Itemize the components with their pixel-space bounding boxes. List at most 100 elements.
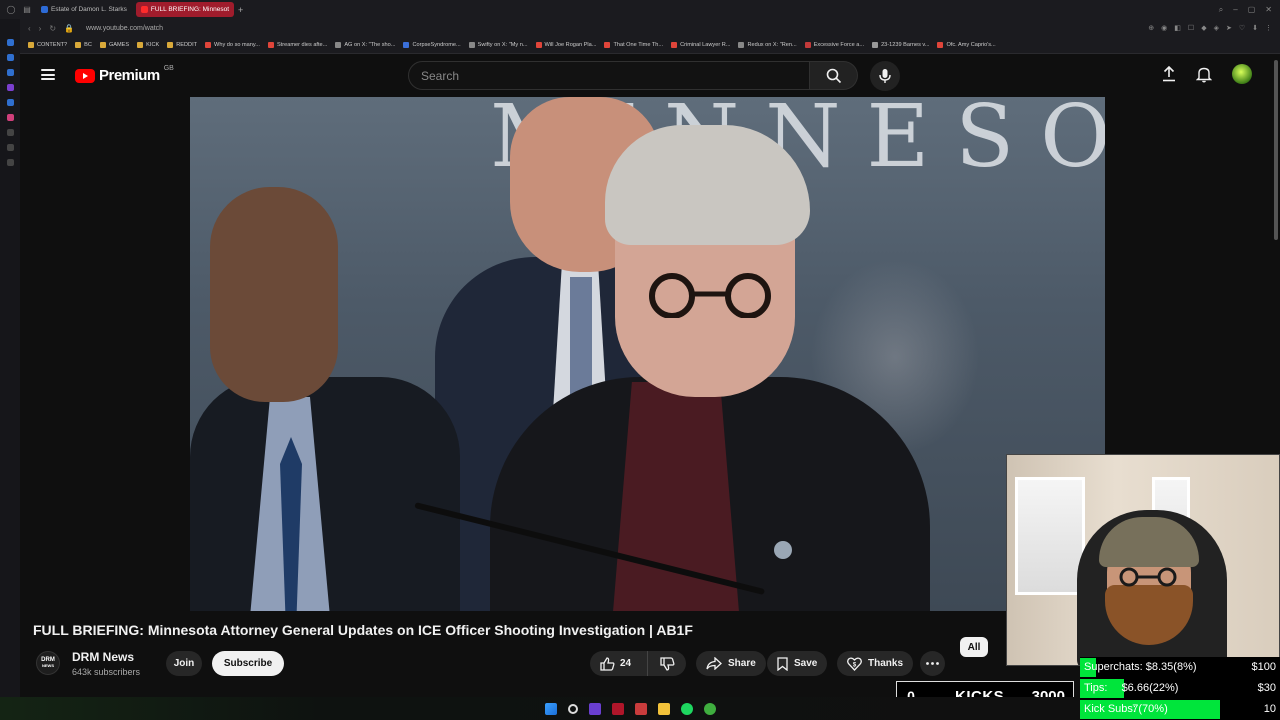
like-button[interactable]: 24 [590, 651, 648, 676]
save-button[interactable]: Save [767, 651, 828, 676]
voice-search-button[interactable] [870, 61, 900, 91]
bookmark-label: Will Joe Rogan Pla... [544, 42, 597, 48]
maximize-icon[interactable]: ▢ [1248, 5, 1256, 15]
tab-overview-icon[interactable]: ▤ [22, 5, 32, 15]
bookmark-label: AG on X: "The sho... [344, 42, 396, 48]
video-player[interactable]: MINNESO [190, 97, 1105, 611]
bookmark-item[interactable]: 23-1239 Barnes v... [872, 42, 929, 48]
bookmark-item[interactable]: Criminal Lawyer R... [671, 42, 730, 48]
forward-icon[interactable]: › [39, 24, 42, 33]
kick-subs-goal: Kick Subs: 7(70%) 10 [1080, 700, 1280, 719]
back-icon[interactable]: ‹ [28, 24, 31, 33]
streamer-webcam [1006, 454, 1280, 666]
more-actions-button[interactable] [920, 651, 945, 676]
browser-menu-icon[interactable]: ◯ [6, 5, 16, 15]
search-button[interactable] [810, 61, 858, 90]
address-bar: ‹ › ↻ 🔒 www.youtube.com/watch ⊕ ◉ ◧ ☐ ◆ … [20, 19, 1280, 37]
bookmark-item[interactable]: CorpseSyndrome... [403, 42, 461, 48]
bookmark-favicon-icon [872, 42, 879, 48]
bookmark-favicon-icon [738, 42, 745, 48]
bookmark-item[interactable]: Why do so many... [205, 42, 260, 48]
new-tab-icon[interactable]: + [238, 5, 243, 15]
zoom-icon[interactable]: ⊕ [1148, 24, 1154, 32]
bookmark-label: Swifty on X: "My n... [477, 42, 528, 48]
bookmark-item[interactable]: Ofc. Amy Caprio's... [937, 42, 996, 48]
thumbs-down-icon [659, 656, 674, 671]
send-icon[interactable]: ➤ [1226, 24, 1232, 32]
thanks-button[interactable]: $ Thanks [837, 651, 914, 676]
sidebar-app-icon[interactable] [6, 144, 14, 151]
search-icon [826, 68, 841, 83]
bookmark-item[interactable]: Will Joe Rogan Pla... [535, 42, 597, 48]
address-actions: ⊕ ◉ ◧ ☐ ◆ ◈ ➤ ♡ ⬇ ⋮ [1148, 24, 1280, 32]
channel-avatar[interactable]: DRM NEWS [36, 651, 60, 675]
account-avatar[interactable] [1232, 64, 1252, 84]
bookmark-label: CONTENT? [37, 42, 68, 48]
hamburger-menu-icon[interactable] [41, 69, 55, 80]
url-field[interactable]: www.youtube.com/watch [86, 25, 163, 32]
filter-chip-all[interactable]: All [960, 637, 988, 657]
webcam-glasses-graphic [1119, 567, 1177, 587]
video-figure [613, 382, 739, 611]
sidebar-app-icon[interactable] [6, 114, 14, 121]
bookmark-item[interactable]: Streamer dies afte... [267, 42, 327, 48]
notifications-bell-icon[interactable] [1196, 66, 1212, 83]
taskbar-search-icon[interactable] [567, 703, 578, 714]
bookmark-item[interactable]: That One Time Th... [604, 42, 663, 48]
bookmark-label: KICK [146, 42, 160, 48]
sidebar-app-icon[interactable] [6, 159, 14, 166]
share-button[interactable]: Share [696, 651, 766, 676]
sidebar-app-icon[interactable] [6, 99, 14, 106]
sidebar-app-icon[interactable] [6, 84, 14, 91]
header-right-actions [1162, 64, 1252, 84]
search-input[interactable] [409, 62, 809, 89]
lock-icon: 🔒 [64, 23, 75, 33]
tab-full-briefing[interactable]: FULL BRIEFING: Minnesot [135, 2, 235, 17]
windows-start-icon[interactable] [544, 702, 557, 715]
taskbar-xbox-icon[interactable] [703, 702, 716, 715]
bookmark-item[interactable]: Excessive Force a... [804, 42, 864, 48]
join-button[interactable]: Join [166, 651, 202, 676]
extension-icon[interactable]: ◈ [1214, 24, 1219, 32]
taskbar-spotify-icon[interactable] [680, 702, 693, 715]
shield-icon[interactable]: ◆ [1201, 24, 1206, 32]
bookmark-item[interactable]: CONTENT? [28, 42, 67, 48]
bookmark-item[interactable]: Swifty on X: "My n... [468, 42, 528, 48]
heart-icon[interactable]: ♡ [1239, 24, 1245, 32]
dislike-button[interactable] [648, 651, 686, 676]
bookmark-favicon-icon [604, 42, 611, 48]
extension-icon[interactable]: ☐ [1188, 24, 1194, 32]
extension-icon[interactable]: ◉ [1161, 24, 1167, 32]
close-window-icon[interactable]: ✕ [1265, 5, 1272, 15]
menu-dots-icon[interactable]: ⋮ [1265, 24, 1272, 32]
sidebar-app-icon[interactable] [6, 69, 14, 76]
download-icon[interactable]: ⬇ [1252, 24, 1258, 32]
save-label: Save [794, 658, 818, 669]
subscribe-button[interactable]: Subscribe [212, 651, 284, 676]
bookmark-item[interactable]: BC [75, 42, 92, 48]
minimize-icon[interactable]: – [1233, 5, 1237, 15]
sidebar-app-icon[interactable] [6, 129, 14, 136]
sidebar-app-icon[interactable] [6, 54, 14, 61]
bookmark-item[interactable]: REDDIT [167, 42, 197, 48]
bookmark-item[interactable]: Redux on X: "Ren... [738, 42, 797, 48]
taskbar-app-icon[interactable] [588, 702, 601, 715]
search-tabs-icon[interactable]: ⌕ [1219, 5, 1223, 15]
taskbar-app-icon[interactable] [611, 702, 624, 715]
reload-icon[interactable]: ↻ [49, 24, 56, 33]
youtube-favicon-icon [140, 6, 148, 13]
youtube-premium-logo[interactable]: Premium GB [75, 65, 174, 84]
extension-icon[interactable]: ◧ [1174, 24, 1181, 32]
upload-icon[interactable] [1162, 66, 1176, 82]
bookmark-icon [777, 656, 788, 671]
tab-estate[interactable]: Estate of Damon L. Starks [36, 2, 132, 17]
sidebar-app-icon[interactable] [6, 39, 14, 46]
taskbar-folder-icon[interactable] [657, 702, 670, 715]
bookmark-favicon-icon [671, 42, 678, 48]
taskbar-app-icon[interactable] [634, 702, 647, 715]
bookmark-item[interactable]: KICK [137, 42, 159, 48]
bookmark-item[interactable]: AG on X: "The sho... [335, 42, 395, 48]
page-scrollbar[interactable] [1272, 55, 1280, 455]
channel-name[interactable]: DRM News [72, 650, 134, 664]
bookmark-item[interactable]: GAMES [99, 42, 129, 48]
